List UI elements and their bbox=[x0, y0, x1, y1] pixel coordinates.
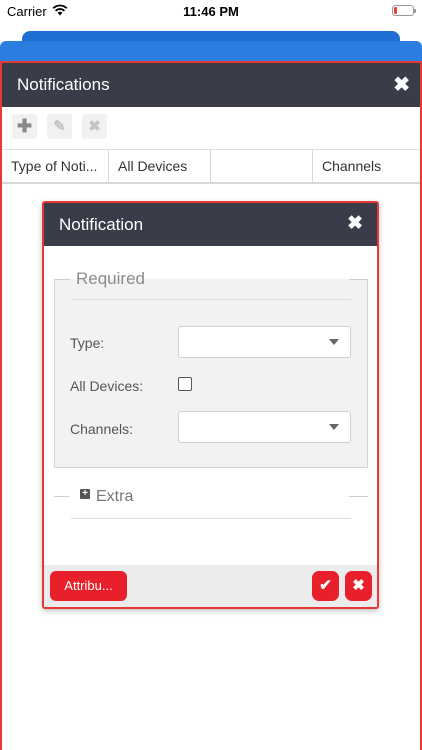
dialog-title: Notification bbox=[59, 215, 144, 234]
dialog-title: Notifications bbox=[17, 75, 110, 94]
battery-icon bbox=[392, 5, 416, 16]
channels-label: Channels: bbox=[70, 421, 134, 437]
type-label: Type: bbox=[70, 335, 105, 351]
plus-icon: ✚ bbox=[16, 116, 33, 136]
extra-section-toggle[interactable]: Extra bbox=[96, 488, 133, 506]
type-select[interactable] bbox=[178, 326, 351, 358]
close-icon[interactable]: ✖ bbox=[347, 212, 363, 235]
dialog-footer: Attribu... ✔ ✖ bbox=[44, 565, 377, 607]
cancel-button[interactable]: ✖ bbox=[345, 571, 372, 601]
attributes-button[interactable]: Attribu... bbox=[50, 571, 127, 601]
close-icon[interactable]: ✖ bbox=[393, 72, 410, 97]
clock: 11:46 PM bbox=[183, 4, 239, 19]
add-button[interactable]: ✚ bbox=[12, 114, 37, 139]
divider bbox=[349, 496, 368, 497]
divider bbox=[54, 279, 70, 280]
divider bbox=[349, 279, 368, 280]
edit-button[interactable]: ✎ bbox=[47, 114, 72, 139]
notification-dialog: Notification ✖ Required Type: All Device… bbox=[42, 201, 379, 609]
chevron-down-icon bbox=[329, 424, 339, 430]
confirm-button[interactable]: ✔ bbox=[312, 571, 339, 601]
channels-select[interactable] bbox=[178, 411, 351, 443]
chevron-down-icon bbox=[329, 339, 339, 345]
divider bbox=[71, 299, 351, 300]
check-icon: ✔ bbox=[319, 577, 332, 594]
all-devices-label: All Devices: bbox=[70, 378, 144, 394]
plus-square-icon[interactable]: + bbox=[80, 489, 90, 499]
grid-header: Type of Noti... All Devices Channels bbox=[2, 150, 420, 184]
all-devices-checkbox[interactable] bbox=[178, 377, 192, 391]
divider bbox=[71, 518, 351, 519]
close-icon: ✖ bbox=[352, 577, 365, 594]
delete-button[interactable]: ✖ bbox=[82, 114, 107, 139]
column-header-type[interactable]: Type of Noti... bbox=[2, 150, 109, 182]
notification-dialog-header: Notification ✖ bbox=[44, 203, 377, 246]
battery-level bbox=[394, 7, 397, 14]
notifications-dialog-header: Notifications ✖ bbox=[2, 63, 420, 107]
toolbar: ✚ ✎ ✖ bbox=[2, 107, 420, 150]
pencil-icon: ✎ bbox=[53, 118, 66, 135]
divider bbox=[54, 496, 69, 497]
column-header-all-devices[interactable]: All Devices bbox=[109, 150, 211, 182]
status-bar: Carrier 11:46 PM bbox=[0, 0, 422, 24]
required-legend: Required bbox=[76, 269, 145, 288]
column-header-channels[interactable]: Channels bbox=[313, 150, 420, 182]
close-icon: ✖ bbox=[88, 118, 101, 135]
column-header-empty[interactable] bbox=[211, 150, 313, 182]
